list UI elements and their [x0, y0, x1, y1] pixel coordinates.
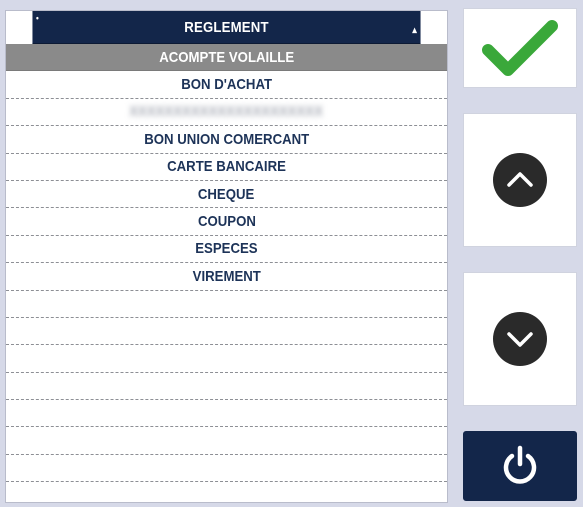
list-item-label: BON UNION COMERCANT: [144, 130, 309, 148]
list-header: • REGLEMENT ▴: [32, 11, 421, 44]
list-item-coupon[interactable]: COUPON: [6, 208, 447, 236]
list-item-virement[interactable]: VIREMENT: [6, 263, 447, 291]
list-item-label: ESPECES: [195, 240, 258, 258]
empty-row: [6, 400, 447, 428]
power-button[interactable]: [463, 431, 577, 501]
list-item-carte-bancaire[interactable]: CARTE BANCAIRE: [6, 154, 447, 181]
checkmark-icon: [482, 20, 558, 76]
empty-row: [6, 345, 447, 373]
empty-row: [6, 482, 447, 502]
list-item-label-blurred: XXXXXXXXXXXXXXXXXXXXXX: [129, 103, 324, 121]
list-item-label: BON D'ACHAT: [181, 76, 272, 94]
empty-row: [6, 427, 447, 455]
empty-row: [6, 291, 447, 318]
list-item-label: CARTE BANCAIRE: [167, 158, 286, 176]
empty-row: [6, 455, 447, 483]
validate-button[interactable]: [463, 8, 577, 88]
empty-row: [6, 373, 447, 401]
scroll-up-button[interactable]: [463, 113, 577, 247]
power-icon: [503, 445, 537, 484]
list-item-acompte-volaille[interactable]: ACOMPTE VOLAILLE: [6, 44, 447, 72]
scroll-down-button[interactable]: [463, 272, 577, 406]
list-item-label: ACOMPTE VOLAILLE: [159, 48, 294, 66]
payment-method-list: • REGLEMENT ▴ ACOMPTE VOLAILLE BON D'ACH…: [5, 10, 448, 503]
list-item-bon-union-comercant[interactable]: BON UNION COMERCANT: [6, 126, 447, 154]
list-item-redacted[interactable]: XXXXXXXXXXXXXXXXXXXXXX: [6, 99, 447, 127]
list-header-title: REGLEMENT: [184, 18, 269, 36]
list-item-especes[interactable]: ESPECES: [6, 236, 447, 264]
list-item-label: VIREMENT: [192, 267, 261, 285]
header-corner-mark: •: [35, 13, 39, 23]
empty-row: [6, 318, 447, 346]
sort-indicator-icon[interactable]: ▴: [412, 25, 417, 36]
chevron-down-icon: [493, 312, 547, 366]
chevron-up-icon: [493, 153, 547, 207]
list-item-label: CHEQUE: [198, 185, 255, 203]
list-item-cheque[interactable]: CHEQUE: [6, 181, 447, 209]
list-item-label: COUPON: [197, 213, 256, 231]
list-item-bon-achat[interactable]: BON D'ACHAT: [6, 71, 447, 99]
